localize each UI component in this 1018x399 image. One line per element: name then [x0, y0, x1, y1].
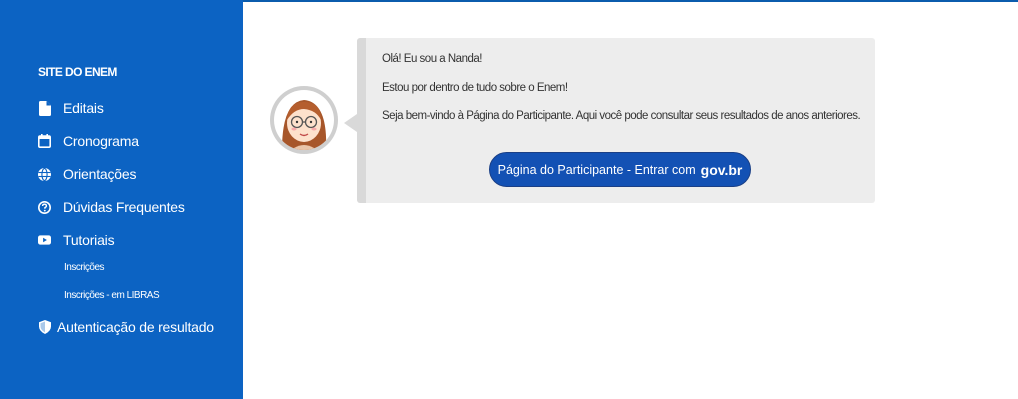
- sidebar-item-cronograma[interactable]: Cronograma: [38, 130, 139, 152]
- welcome-text: Seja bem-vindo à Página do Participante.…: [382, 110, 861, 122]
- file-icon: [38, 100, 51, 116]
- sidebar-item-label: Dúvidas Frequentes: [63, 199, 185, 215]
- sidebar-item-tutoriais[interactable]: Tutoriais: [38, 229, 115, 251]
- bubble-tail: [344, 114, 357, 132]
- calendar-icon: [38, 133, 51, 149]
- sidebar-item-label: Autenticação de resultado: [57, 319, 214, 335]
- nanda-avatar: [270, 86, 338, 154]
- sidebar: SITE DO ENEM Editais Cronograma Orientaç…: [0, 0, 243, 399]
- sidebar-item-autenticacao[interactable]: Autenticação de resultado: [38, 316, 214, 338]
- avatar-illustration: [282, 100, 327, 150]
- govbr-logo: gov.br: [700, 161, 743, 178]
- globe-icon: [38, 166, 51, 182]
- sidebar-item-label: Editais: [63, 100, 104, 116]
- sidebar-title: SITE DO ENEM: [38, 65, 117, 79]
- sidebar-item-editais[interactable]: Editais: [38, 97, 104, 119]
- greeting-text: Olá! Eu sou a Nanda!: [382, 53, 482, 65]
- sidebar-subitem-inscricoes-libras[interactable]: Inscrições - em LIBRAS: [64, 290, 160, 301]
- sidebar-item-duvidas[interactable]: Dúvidas Frequentes: [38, 196, 185, 218]
- sidebar-item-label: Cronograma: [63, 133, 139, 149]
- participant-login-button[interactable]: Página do Participante - Entrar com gov.…: [489, 152, 751, 187]
- question-circle-icon: [38, 199, 51, 215]
- youtube-icon: [38, 232, 51, 248]
- shield-icon: [38, 319, 51, 335]
- button-label: Página do Participante - Entrar com: [497, 162, 696, 177]
- sidebar-item-label: Tutoriais: [63, 232, 115, 248]
- intro-text: Estou por dentro de tudo sobre o Enem!: [382, 82, 568, 94]
- sidebar-subitem-inscricoes[interactable]: Inscrições: [64, 262, 105, 273]
- sidebar-item-orientacoes[interactable]: Orientações: [38, 163, 136, 185]
- sidebar-item-label: Orientações: [63, 166, 137, 182]
